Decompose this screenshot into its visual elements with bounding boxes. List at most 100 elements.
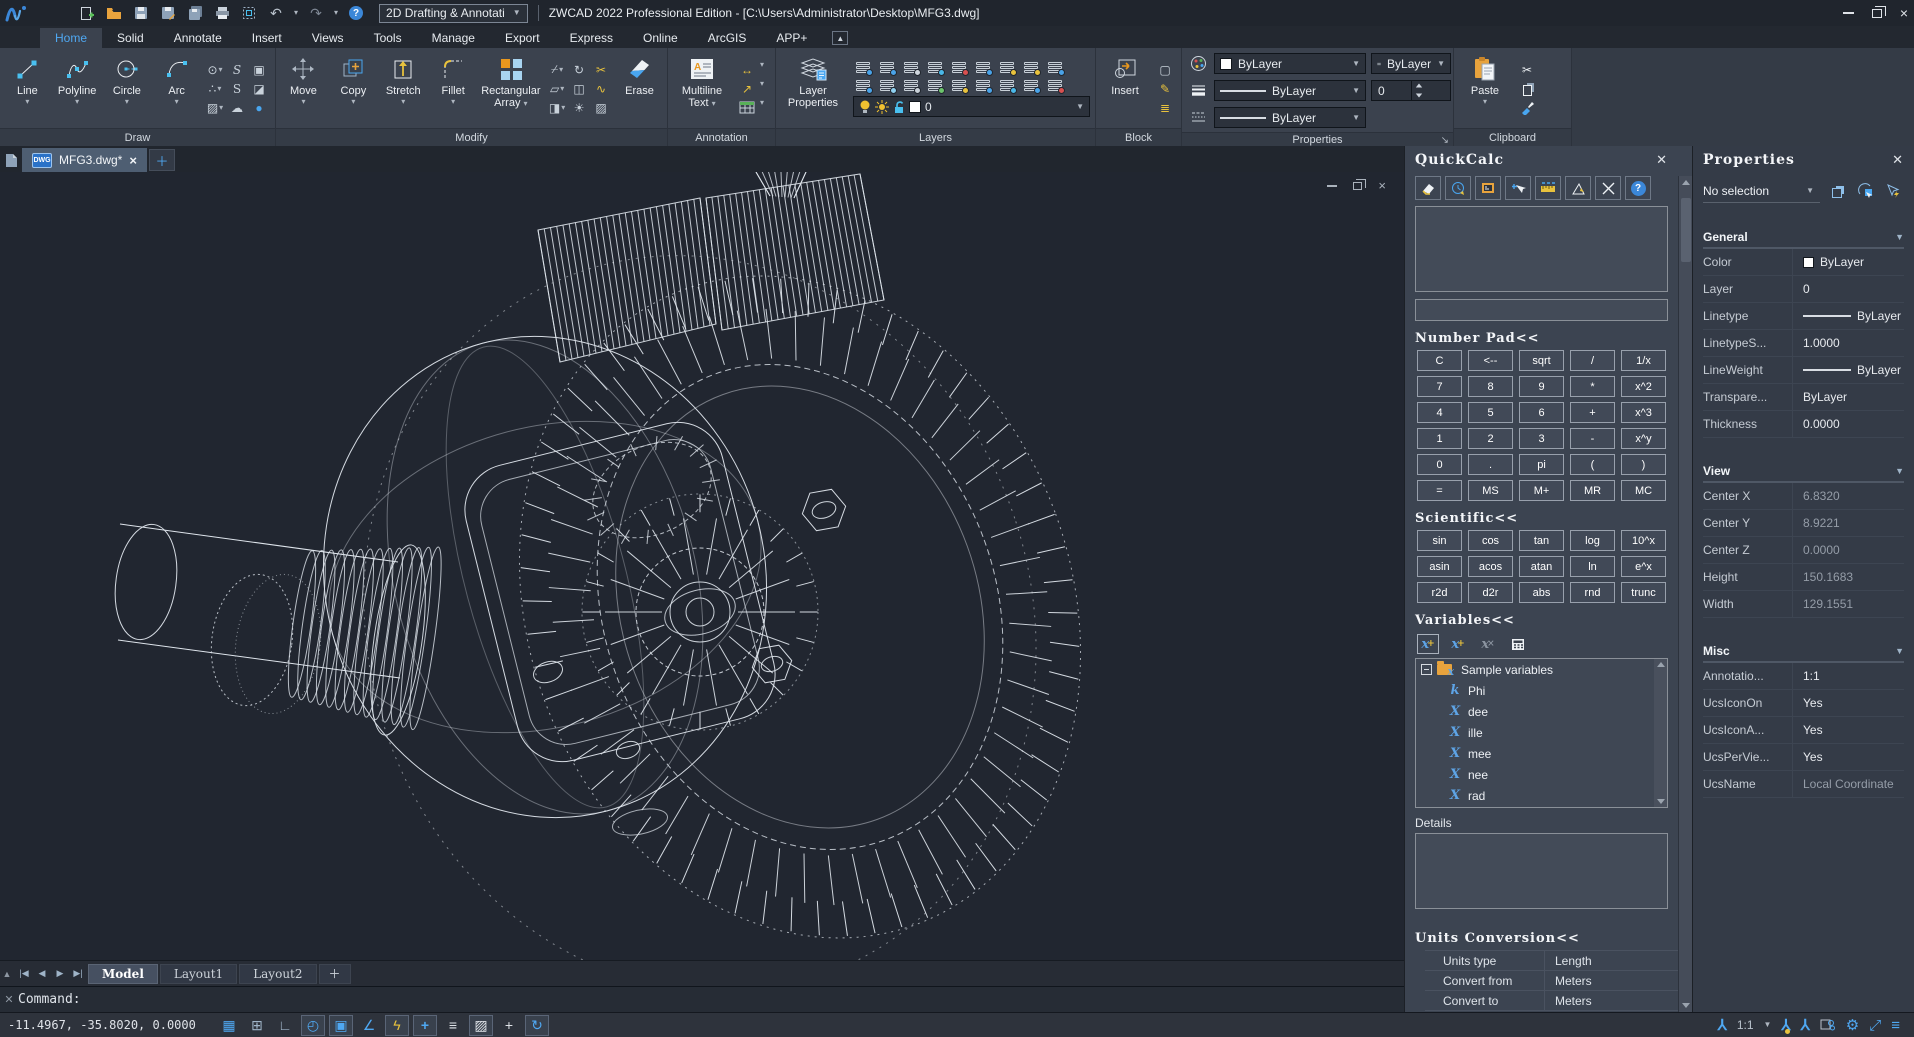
- tab-model[interactable]: Model: [88, 964, 158, 984]
- ribbon-tab-home[interactable]: Home: [40, 28, 102, 48]
- ribbon-tab-annotate[interactable]: Annotate: [159, 28, 237, 48]
- layer-dropdown[interactable]: 0 ▼: [853, 96, 1090, 117]
- sci-key[interactable]: asin: [1417, 556, 1462, 577]
- chevron-down-icon[interactable]: ▾: [760, 80, 764, 97]
- linetype-dropdown[interactable]: ByLayer ▼: [1214, 80, 1366, 101]
- property-row[interactable]: Annotatio...1:1: [1703, 663, 1904, 690]
- get-coordinates-icon[interactable]: [1505, 176, 1531, 200]
- numpad-key[interactable]: x^2: [1621, 376, 1666, 397]
- layer-freeze-icon[interactable]: [901, 60, 921, 76]
- numpad-key[interactable]: 2: [1468, 428, 1513, 449]
- chevron-down-icon[interactable]: ▾: [451, 98, 455, 106]
- close-icon[interactable]: ✕: [1892, 153, 1904, 168]
- format-painter-icon[interactable]: [1518, 99, 1536, 116]
- arc-button[interactable]: Arc▾: [154, 51, 199, 126]
- layer-properties-button[interactable]: Layer Properties: [781, 51, 845, 126]
- ribbon-tab-export[interactable]: Export: [490, 28, 555, 48]
- numpad-key[interactable]: 6: [1519, 402, 1564, 423]
- open-folder-icon[interactable]: [105, 5, 123, 21]
- chevron-down-icon[interactable]: ▾: [351, 98, 355, 106]
- chevron-down-icon[interactable]: ▼: [1764, 1021, 1772, 1029]
- help-icon[interactable]: ?: [347, 5, 365, 21]
- section-general[interactable]: General▼: [1703, 230, 1904, 249]
- print-icon[interactable]: [213, 5, 231, 21]
- numpad-key[interactable]: (: [1570, 454, 1615, 475]
- sci-key[interactable]: rnd: [1570, 582, 1615, 603]
- layer-translate-icon[interactable]: [1021, 78, 1041, 94]
- chevron-down-icon[interactable]: ▾: [175, 98, 179, 106]
- rectangular-array-button[interactable]: Rectangular Array ▾: [481, 51, 541, 126]
- variable-item[interactable]: Xdee: [1416, 701, 1667, 722]
- ribbon-tab-solid[interactable]: Solid: [102, 28, 159, 48]
- next-layout-icon[interactable]: ▶: [52, 968, 68, 979]
- close-icon[interactable]: ×: [1900, 6, 1908, 20]
- variables-header[interactable]: Variables<<: [1415, 613, 1668, 628]
- variable-item[interactable]: Xille: [1416, 722, 1667, 743]
- history-clock-icon[interactable]: [1445, 176, 1471, 200]
- layer-lock-icon[interactable]: [949, 60, 969, 76]
- object-snap-icon[interactable]: ▣: [329, 1015, 353, 1036]
- layer-merge-icon[interactable]: [901, 78, 921, 94]
- line-button[interactable]: Line▾: [5, 51, 50, 126]
- ribbon-tab-insert[interactable]: Insert: [237, 28, 297, 48]
- tree-root-row[interactable]: Sample variables: [1416, 659, 1667, 680]
- copy-clip-icon[interactable]: [1518, 80, 1536, 97]
- tab-layout1[interactable]: Layout1: [160, 964, 237, 984]
- variable-item[interactable]: Xnee: [1416, 764, 1667, 785]
- units-row[interactable]: Units typeLength: [1425, 951, 1678, 971]
- variable-item[interactable]: Xvee: [1416, 806, 1667, 808]
- property-row[interactable]: LineWeightByLayer: [1703, 357, 1904, 384]
- select-objects-icon[interactable]: [1854, 181, 1876, 201]
- numpad-key[interactable]: 1/x: [1621, 350, 1666, 371]
- property-row[interactable]: LinetypeS...1.0000: [1703, 330, 1904, 357]
- ribbon-tab-arcgis[interactable]: ArcGIS: [693, 28, 762, 48]
- restore-icon[interactable]: [1872, 9, 1882, 18]
- mirror-icon[interactable]: ◨▾: [548, 99, 566, 116]
- undo-icon[interactable]: ↶: [267, 5, 285, 21]
- variable-item[interactable]: kPhi: [1416, 680, 1667, 701]
- layer-state-icon[interactable]: [997, 78, 1017, 94]
- measure-angle-icon[interactable]: [1565, 176, 1591, 200]
- prev-layout-icon[interactable]: ◀: [34, 968, 50, 979]
- dynamic-input-icon[interactable]: +: [413, 1015, 437, 1036]
- sci-key[interactable]: 10^x: [1621, 530, 1666, 551]
- tab-layout2[interactable]: Layout2: [239, 964, 316, 984]
- ribbon-tab-manage[interactable]: Manage: [417, 28, 490, 48]
- polyline-button[interactable]: Polyline▾: [55, 51, 100, 126]
- numpad-key[interactable]: C: [1417, 350, 1462, 371]
- numpad-key[interactable]: x^y: [1621, 428, 1666, 449]
- minimize-icon[interactable]: [1327, 185, 1337, 187]
- section-view[interactable]: View▼: [1703, 464, 1904, 483]
- redo-dropdown-icon[interactable]: ▾: [334, 9, 338, 17]
- quick-select-icon[interactable]: [1826, 181, 1848, 201]
- undo-dropdown-icon[interactable]: ▾: [294, 9, 298, 17]
- last-layout-icon[interactable]: ▶|: [70, 968, 86, 979]
- layer-isolate-icon[interactable]: [853, 78, 873, 94]
- property-row[interactable]: UcsPerVie...Yes: [1703, 744, 1904, 771]
- delete-variable-icon[interactable]: x×: [1477, 634, 1499, 654]
- numpad-key[interactable]: +: [1570, 402, 1615, 423]
- sci-key[interactable]: tan: [1519, 530, 1564, 551]
- close-command-icon[interactable]: ✕: [0, 993, 18, 1006]
- ribbon-tab-views[interactable]: Views: [297, 28, 359, 48]
- property-row[interactable]: UcsIconA...Yes: [1703, 717, 1904, 744]
- offset-icon[interactable]: ◫: [570, 80, 588, 97]
- ribbon-tab-tools[interactable]: Tools: [359, 28, 417, 48]
- cut-icon[interactable]: ✂: [1518, 61, 1536, 78]
- chevron-down-icon[interactable]: ▾: [1483, 98, 1487, 106]
- scale-icon[interactable]: ▱▾: [548, 80, 566, 97]
- donut-icon[interactable]: ●: [250, 99, 268, 116]
- save-all-icon[interactable]: [186, 5, 204, 21]
- chevron-down-icon[interactable]: ▾: [301, 98, 305, 106]
- numpad-key[interactable]: 5: [1468, 402, 1513, 423]
- table-icon[interactable]: [738, 99, 756, 116]
- ribbon-tab-online[interactable]: Online: [628, 28, 693, 48]
- wipeout-icon[interactable]: ◪: [250, 80, 268, 97]
- grid-display-icon[interactable]: ▦: [217, 1015, 241, 1036]
- restore-icon[interactable]: [1353, 182, 1362, 190]
- show-lineweight-icon[interactable]: ≡: [441, 1015, 465, 1036]
- hatch-icon[interactable]: ▨▾: [206, 99, 224, 116]
- ribbon-tab-express[interactable]: Express: [555, 28, 628, 48]
- close-tab-icon[interactable]: ×: [129, 153, 137, 168]
- history-box[interactable]: [1415, 206, 1668, 292]
